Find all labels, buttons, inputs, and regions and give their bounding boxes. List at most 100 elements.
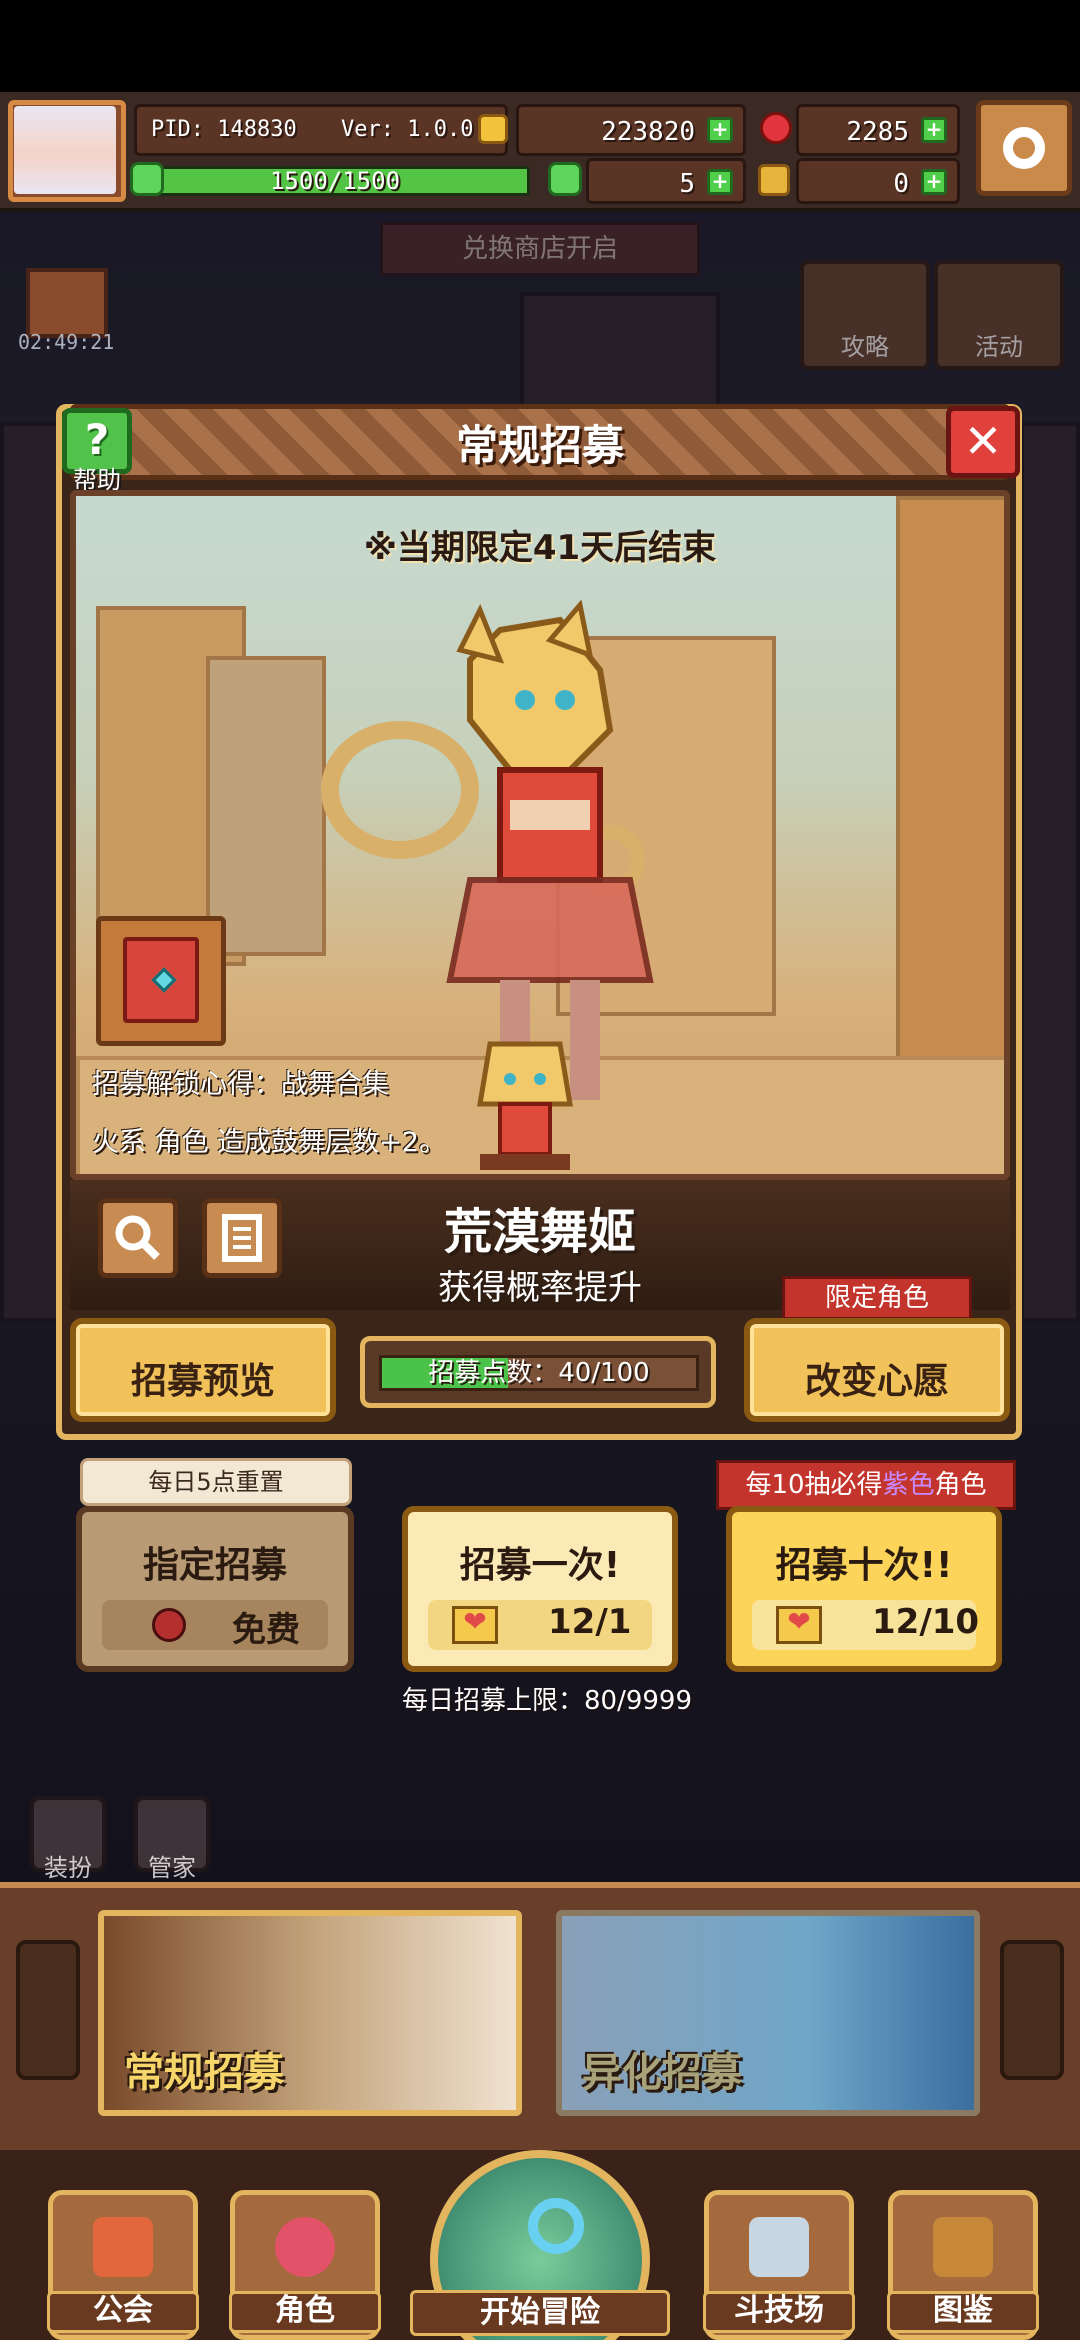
gem-panel: 2285 + [796, 104, 960, 156]
settings-button[interactable] [976, 100, 1072, 196]
stamina-bar: 1500/1500 [140, 166, 530, 196]
clover-icon [548, 162, 582, 196]
recruit-preview-button[interactable]: 招募预览 [70, 1318, 336, 1422]
nav-arena[interactable]: 斗技场 [703, 2190, 855, 2340]
designated-recruit-button[interactable]: 指定招募 免费 [76, 1506, 354, 1672]
magnifier-icon [115, 1215, 160, 1260]
game-version: Ver: 1.0.0.0 [341, 117, 500, 142]
gold-coin-icon [478, 114, 508, 144]
rock-cliff [896, 496, 1004, 1096]
chibi-character [477, 1041, 573, 1170]
heart-ticket-icon [776, 1605, 822, 1644]
guide-button[interactable]: 攻略 [800, 260, 930, 370]
id-version-panel: PID: 148830 Ver: 1.0.0.0 [134, 104, 508, 156]
close-icon: ✕ [963, 414, 1003, 468]
nav-codex[interactable]: 图鉴 [887, 2190, 1039, 2340]
nav-guild[interactable]: 公会 [47, 2190, 199, 2340]
recruit-points: 招募点数：40/100 [360, 1336, 716, 1408]
question-icon: ? [84, 415, 110, 464]
event-button[interactable]: 活动 [934, 260, 1064, 370]
recruit-ten-cost-value: 12/10 [872, 1602, 980, 1642]
ten-pull-tag-post: 角色 [934, 1470, 987, 1500]
gold-panel: 223820 + [516, 104, 746, 156]
zoom-button[interactable] [98, 1198, 178, 1278]
gear-icon [1003, 127, 1045, 169]
clover-panel: 5 + [586, 158, 746, 204]
nav-start-adventure[interactable]: 开始冒险 [410, 2150, 670, 2340]
nav-guild-label: 公会 [47, 2291, 199, 2333]
heart-ticket-icon [452, 1605, 498, 1644]
event-timer: 02:49:21 [18, 330, 115, 354]
nav-character[interactable]: 角色 [229, 2190, 381, 2340]
avatar[interactable] [14, 106, 116, 194]
add-key-icon[interactable]: + [921, 169, 947, 195]
character-name: 荒漠舞姬 [443, 1204, 636, 1260]
key-panel: 0 + [796, 158, 960, 204]
pillar-left [16, 1940, 80, 2080]
limited-time-notice: ※当期限定41天后结束 [363, 528, 717, 568]
panel-title: 常规招募 [455, 421, 624, 470]
change-wish-label: 改变心愿 [804, 1361, 949, 1402]
status-bar [0, 0, 1080, 92]
tab-alien-recruit[interactable]: 异化招募 [556, 1910, 980, 2116]
nav-arena-label: 斗技场 [703, 2291, 855, 2333]
character-icon [275, 2217, 335, 2277]
limited-character-badge: 限定角色 [782, 1276, 972, 1320]
key-amount: 0 [893, 169, 909, 199]
daily-recruit-limit: 每日招募上限：80/9999 [401, 1686, 692, 1716]
recruit-once-cost-value: 12/1 [548, 1602, 632, 1642]
unlock-insight-text: 招募解锁心得：战舞合集 [92, 1069, 389, 1100]
recruit-preview-label: 招募预览 [130, 1361, 275, 1402]
close-button[interactable]: ✕ [946, 406, 1020, 478]
red-orb-icon [152, 1608, 186, 1642]
nav-character-label: 角色 [229, 2291, 381, 2333]
add-clover-icon[interactable]: + [707, 169, 733, 195]
gem-amount: 2285 [846, 117, 909, 147]
recruit-ten-cost: 12/10 [752, 1600, 980, 1650]
clover-amount: 5 [679, 169, 695, 199]
daily-reset-tag: 每日5点重置 [80, 1458, 352, 1506]
recruit-points-bar: 招募点数：40/100 [379, 1355, 699, 1391]
recruit-once-label: 招募一次! [459, 1545, 621, 1586]
nav-adventure-label: 开始冒险 [410, 2290, 670, 2336]
free-cost: 免费 [102, 1600, 328, 1650]
crossed-swords-icon [749, 2217, 809, 2277]
unlock-book-frame[interactable] [96, 916, 226, 1046]
magnifier-icon [528, 2198, 584, 2254]
recruit-once-button[interactable]: 招募一次! 12/1 [402, 1506, 678, 1672]
rock [206, 656, 326, 956]
book-icon [123, 937, 199, 1023]
stamina-value: 1500/1500 [269, 167, 401, 195]
designated-recruit-label: 指定招募 [142, 1545, 287, 1586]
gift-icon[interactable] [26, 268, 108, 338]
nav-codex-label: 图鉴 [887, 2291, 1039, 2333]
tab-alien-recruit-label: 异化招募 [582, 2050, 742, 2096]
ten-pull-tag-purple: 紫色 [882, 1470, 935, 1500]
guild-icon [93, 2217, 153, 2277]
recruit-ten-button[interactable]: 招募十次!! 12/10 [726, 1506, 1002, 1672]
recruit-ten-label: 招募十次!! [775, 1545, 953, 1586]
document-icon [222, 1214, 262, 1262]
change-wish-button[interactable]: 改变心愿 [744, 1318, 1010, 1422]
butler-label: 管家 [148, 1854, 196, 1882]
effect-description: 火系 角色 造成鼓舞层数+2。 [92, 1127, 446, 1158]
free-label: 免费 [232, 1610, 300, 1650]
guide-label: 攻略 [841, 333, 889, 361]
stamina-clover-icon [130, 162, 164, 196]
details-button[interactable] [202, 1198, 282, 1278]
recruit-once-cost: 12/1 [428, 1600, 652, 1650]
pillar-right [1000, 1940, 1064, 2080]
ten-pull-tag-pre: 每10抽必得 [745, 1470, 883, 1500]
recruit-points-label: 招募点数：40/100 [428, 1358, 650, 1388]
tab-normal-recruit[interactable]: 常规招募 [98, 1910, 522, 2116]
codex-book-icon [933, 2217, 993, 2277]
event-label: 活动 [975, 333, 1023, 361]
tab-normal-recruit-label: 常规招募 [124, 2050, 284, 2096]
ten-pull-guarantee-tag: 每10抽必得紫色角色 [716, 1460, 1016, 1510]
add-gold-icon[interactable]: + [707, 117, 733, 143]
red-gem-icon [760, 112, 792, 144]
gold-amount: 223820 [601, 117, 695, 147]
add-gem-icon[interactable]: + [921, 117, 947, 143]
player-id: PID: 148830 [151, 117, 297, 142]
rate-up-text: 获得概率提升 [438, 1268, 642, 1308]
